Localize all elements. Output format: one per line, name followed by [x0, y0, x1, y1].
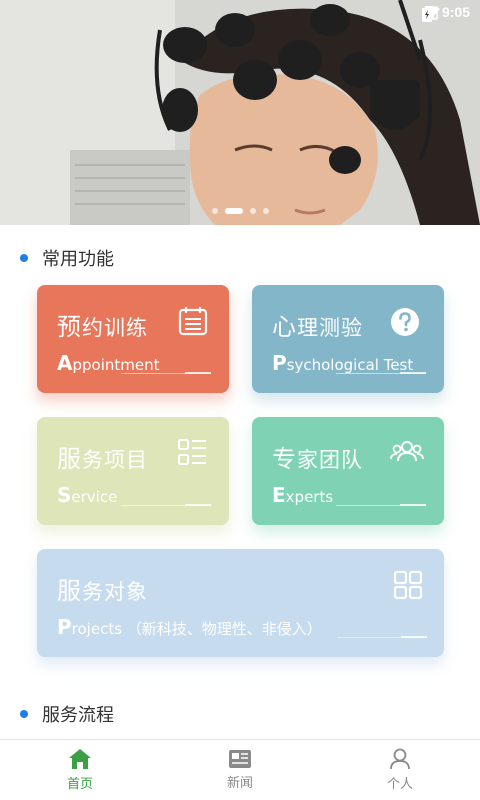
- projects-card[interactable]: 服务对象 Projects （新科技、物理性、非侵入）: [37, 549, 444, 657]
- battery-charging-icon: [422, 6, 432, 22]
- nav-label: 首页: [66, 777, 93, 792]
- card-underline-accent: [400, 504, 426, 506]
- calendar-icon: [178, 307, 208, 336]
- nav-profile[interactable]: 个人: [320, 740, 480, 800]
- card-title: 服务对象: [57, 577, 148, 605]
- card-title: 专家团队: [272, 445, 363, 473]
- carousel-dot[interactable]: [249, 208, 256, 214]
- psychological-test-card[interactable]: 心理测验 Psychological Test: [252, 285, 444, 393]
- section-title: 常用功能: [42, 249, 114, 270]
- status-bar: 9:05: [0, 0, 480, 26]
- experts-card[interactable]: 专家团队 Experts: [252, 417, 444, 525]
- question-circle-icon: [391, 308, 419, 336]
- card-underline-accent: [185, 372, 211, 374]
- group-icon: [390, 441, 424, 462]
- section-service-process: 服务流程: [20, 701, 114, 727]
- news-icon: [229, 750, 251, 768]
- nav-home[interactable]: 首页: [0, 740, 160, 800]
- grid-icon: [393, 570, 423, 600]
- card-title: 服务项目: [57, 445, 148, 473]
- card-title: 预约训练: [57, 313, 148, 341]
- section-bullet: [20, 710, 28, 718]
- card-subtitle: Experts: [272, 483, 334, 507]
- nav-label: 个人: [386, 777, 413, 792]
- card-subtitle: Psychological Test: [272, 351, 414, 375]
- card-subtitle: Projects （新科技、物理性、非侵入）: [57, 615, 322, 639]
- hero-banner[interactable]: 9:05: [0, 0, 480, 225]
- card-underline-accent: [400, 372, 426, 374]
- card-title: 心理测验: [272, 313, 363, 341]
- section-title: 服务流程: [42, 705, 114, 726]
- section-bullet: [20, 254, 28, 262]
- carousel-dot-active[interactable]: [224, 208, 243, 214]
- nav-label: 新闻: [226, 776, 253, 791]
- person-icon: [390, 748, 410, 770]
- nav-news[interactable]: 新闻: [160, 740, 320, 800]
- service-card[interactable]: 服务项目 Service: [37, 417, 229, 525]
- card-subtitle: Appointment: [57, 351, 160, 375]
- status-time: 9:05: [441, 4, 470, 20]
- card-underline-accent: [401, 636, 427, 638]
- list-icon: [178, 439, 206, 465]
- carousel-dot[interactable]: [211, 208, 218, 214]
- appointment-card[interactable]: 预约训练 Appointment: [37, 285, 229, 393]
- banner-photo: [0, 0, 480, 225]
- carousel-dot[interactable]: [262, 208, 269, 214]
- card-subtitle: Service: [57, 483, 118, 507]
- section-common-functions: 常用功能: [20, 245, 114, 271]
- home-icon: [69, 749, 91, 769]
- carousel-indicator: [0, 208, 480, 214]
- card-underline-accent: [185, 504, 211, 506]
- bottom-nav: 首页 新闻 个人: [0, 739, 480, 800]
